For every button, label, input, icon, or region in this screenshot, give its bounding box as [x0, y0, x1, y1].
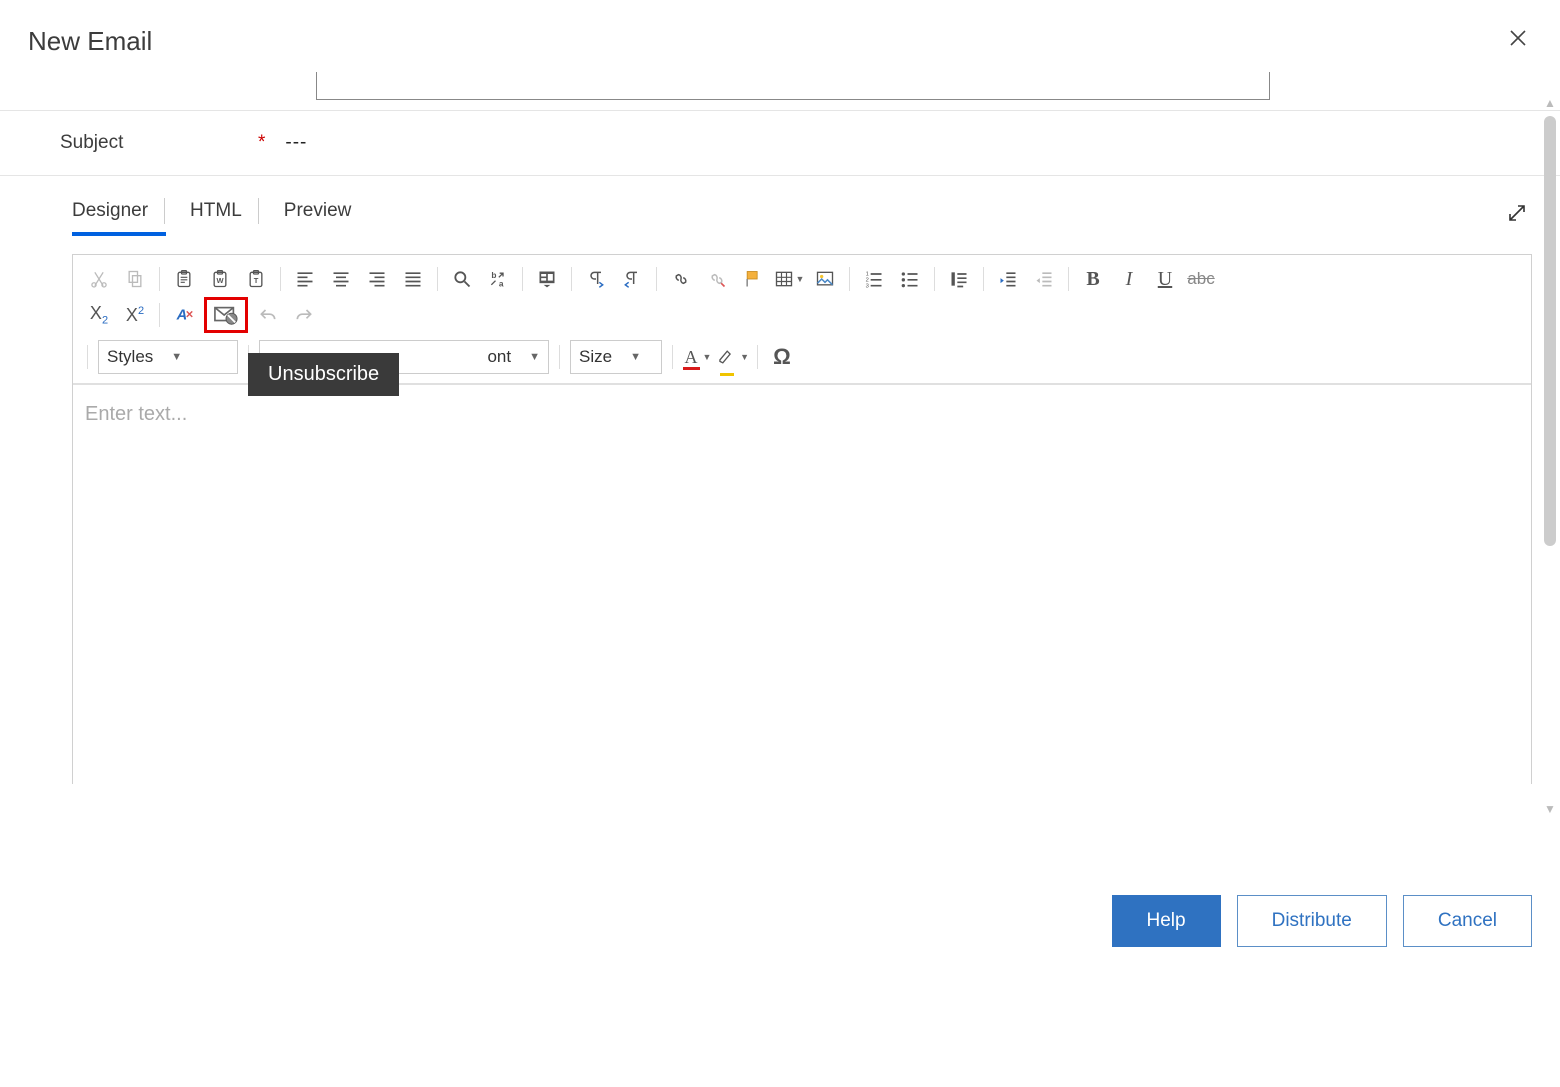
- redo-icon[interactable]: [288, 299, 320, 331]
- unsubscribe-tooltip: Unsubscribe: [248, 353, 399, 396]
- toolbar-row-1: W T ba ▼ 123: [81, 261, 1523, 297]
- dialog-footer: Help Distribute Cancel: [28, 863, 1532, 947]
- text-color-icon[interactable]: A ▼: [681, 341, 713, 373]
- svg-text:A: A: [176, 308, 188, 324]
- separator: [672, 345, 673, 369]
- table-icon[interactable]: ▼: [773, 263, 805, 295]
- tab-preview[interactable]: Preview: [270, 194, 370, 236]
- strikethrough-icon[interactable]: abc: [1185, 263, 1217, 295]
- align-right-icon[interactable]: [361, 263, 393, 295]
- find-icon[interactable]: [446, 263, 478, 295]
- size-label: Size: [579, 347, 612, 367]
- separator: [159, 267, 160, 291]
- help-button[interactable]: Help: [1112, 895, 1221, 947]
- paste-text-icon[interactable]: T: [240, 263, 272, 295]
- indent-icon[interactable]: [992, 263, 1024, 295]
- editor-container: W T ba ▼ 123: [72, 254, 1532, 784]
- editor-placeholder: Enter text...: [85, 403, 187, 425]
- scrollbar[interactable]: ▲ ▼: [1542, 96, 1558, 816]
- tabs-row: Designer HTML Preview: [0, 176, 1560, 236]
- align-left-icon[interactable]: [289, 263, 321, 295]
- tab-html[interactable]: HTML: [176, 194, 260, 236]
- separator: [656, 267, 657, 291]
- dialog-title: New Email: [28, 26, 152, 57]
- separator: [571, 267, 572, 291]
- previous-field-border: [316, 72, 1270, 100]
- templates-icon[interactable]: [531, 263, 563, 295]
- paste-icon[interactable]: [168, 263, 200, 295]
- svg-text:W: W: [216, 276, 224, 285]
- subscript-icon[interactable]: X2: [83, 299, 115, 331]
- undo-icon[interactable]: [252, 299, 284, 331]
- replace-icon[interactable]: ba: [482, 263, 514, 295]
- special-char-icon[interactable]: Ω: [766, 341, 798, 373]
- svg-text:3: 3: [866, 283, 869, 289]
- separator: [437, 267, 438, 291]
- unsubscribe-icon[interactable]: [210, 299, 242, 331]
- bold-icon[interactable]: B: [1077, 263, 1109, 295]
- separator: [983, 267, 984, 291]
- paste-word-icon[interactable]: W: [204, 263, 236, 295]
- separator: [159, 303, 160, 327]
- subject-row: Subject * ---: [0, 110, 1560, 176]
- scroll-up-icon[interactable]: ▲: [1542, 96, 1558, 110]
- scroll-down-icon[interactable]: ▼: [1542, 802, 1558, 816]
- separator: [280, 267, 281, 291]
- numbered-list-icon[interactable]: 123: [858, 263, 890, 295]
- svg-text:a: a: [499, 279, 504, 289]
- editor-body[interactable]: Enter text...: [73, 384, 1531, 784]
- subject-label: Subject: [28, 132, 258, 154]
- font-label-partial: ont: [487, 347, 511, 367]
- italic-icon[interactable]: I: [1113, 263, 1145, 295]
- required-indicator: *: [258, 132, 265, 154]
- tab-designer[interactable]: Designer: [72, 194, 166, 236]
- toolbar-row-2: X2 X2 A: [81, 297, 1523, 333]
- separator: [87, 345, 88, 369]
- distribute-button[interactable]: Distribute: [1237, 895, 1387, 947]
- size-dropdown[interactable]: Size ▼: [570, 340, 662, 374]
- caret-down-icon: ▼: [630, 351, 641, 363]
- separator: [522, 267, 523, 291]
- link-icon[interactable]: [665, 263, 697, 295]
- blockquote-icon[interactable]: [943, 263, 975, 295]
- ltr-icon[interactable]: [580, 263, 612, 295]
- expand-icon[interactable]: [1502, 198, 1532, 232]
- anchor-icon[interactable]: [737, 263, 769, 295]
- cut-icon[interactable]: [83, 263, 115, 295]
- superscript-icon[interactable]: X2: [119, 299, 151, 331]
- separator: [849, 267, 850, 291]
- highlight-color-icon[interactable]: ▼: [717, 341, 749, 373]
- scroll-thumb[interactable]: [1544, 116, 1556, 546]
- separator: [559, 345, 560, 369]
- separator: [1068, 267, 1069, 291]
- align-center-icon[interactable]: [325, 263, 357, 295]
- outdent-icon[interactable]: [1028, 263, 1060, 295]
- bullet-list-icon[interactable]: [894, 263, 926, 295]
- separator: [757, 345, 758, 369]
- close-button[interactable]: [1504, 24, 1532, 58]
- cancel-button[interactable]: Cancel: [1403, 895, 1532, 947]
- caret-down-icon: ▼: [529, 351, 540, 363]
- styles-label: Styles: [107, 347, 153, 367]
- dialog-header: New Email: [0, 0, 1560, 76]
- underline-icon[interactable]: U: [1149, 263, 1181, 295]
- rtl-icon[interactable]: [616, 263, 648, 295]
- clear-formatting-icon[interactable]: A: [168, 299, 200, 331]
- align-justify-icon[interactable]: [397, 263, 429, 295]
- svg-text:b: b: [491, 270, 496, 280]
- separator: [934, 267, 935, 291]
- unlink-icon[interactable]: [701, 263, 733, 295]
- styles-dropdown[interactable]: Styles ▼: [98, 340, 238, 374]
- unsubscribe-button-highlight: [204, 297, 248, 333]
- caret-down-icon: ▼: [171, 351, 182, 363]
- image-icon[interactable]: [809, 263, 841, 295]
- subject-value[interactable]: ---: [285, 132, 307, 154]
- svg-text:T: T: [254, 276, 259, 285]
- copy-icon[interactable]: [119, 263, 151, 295]
